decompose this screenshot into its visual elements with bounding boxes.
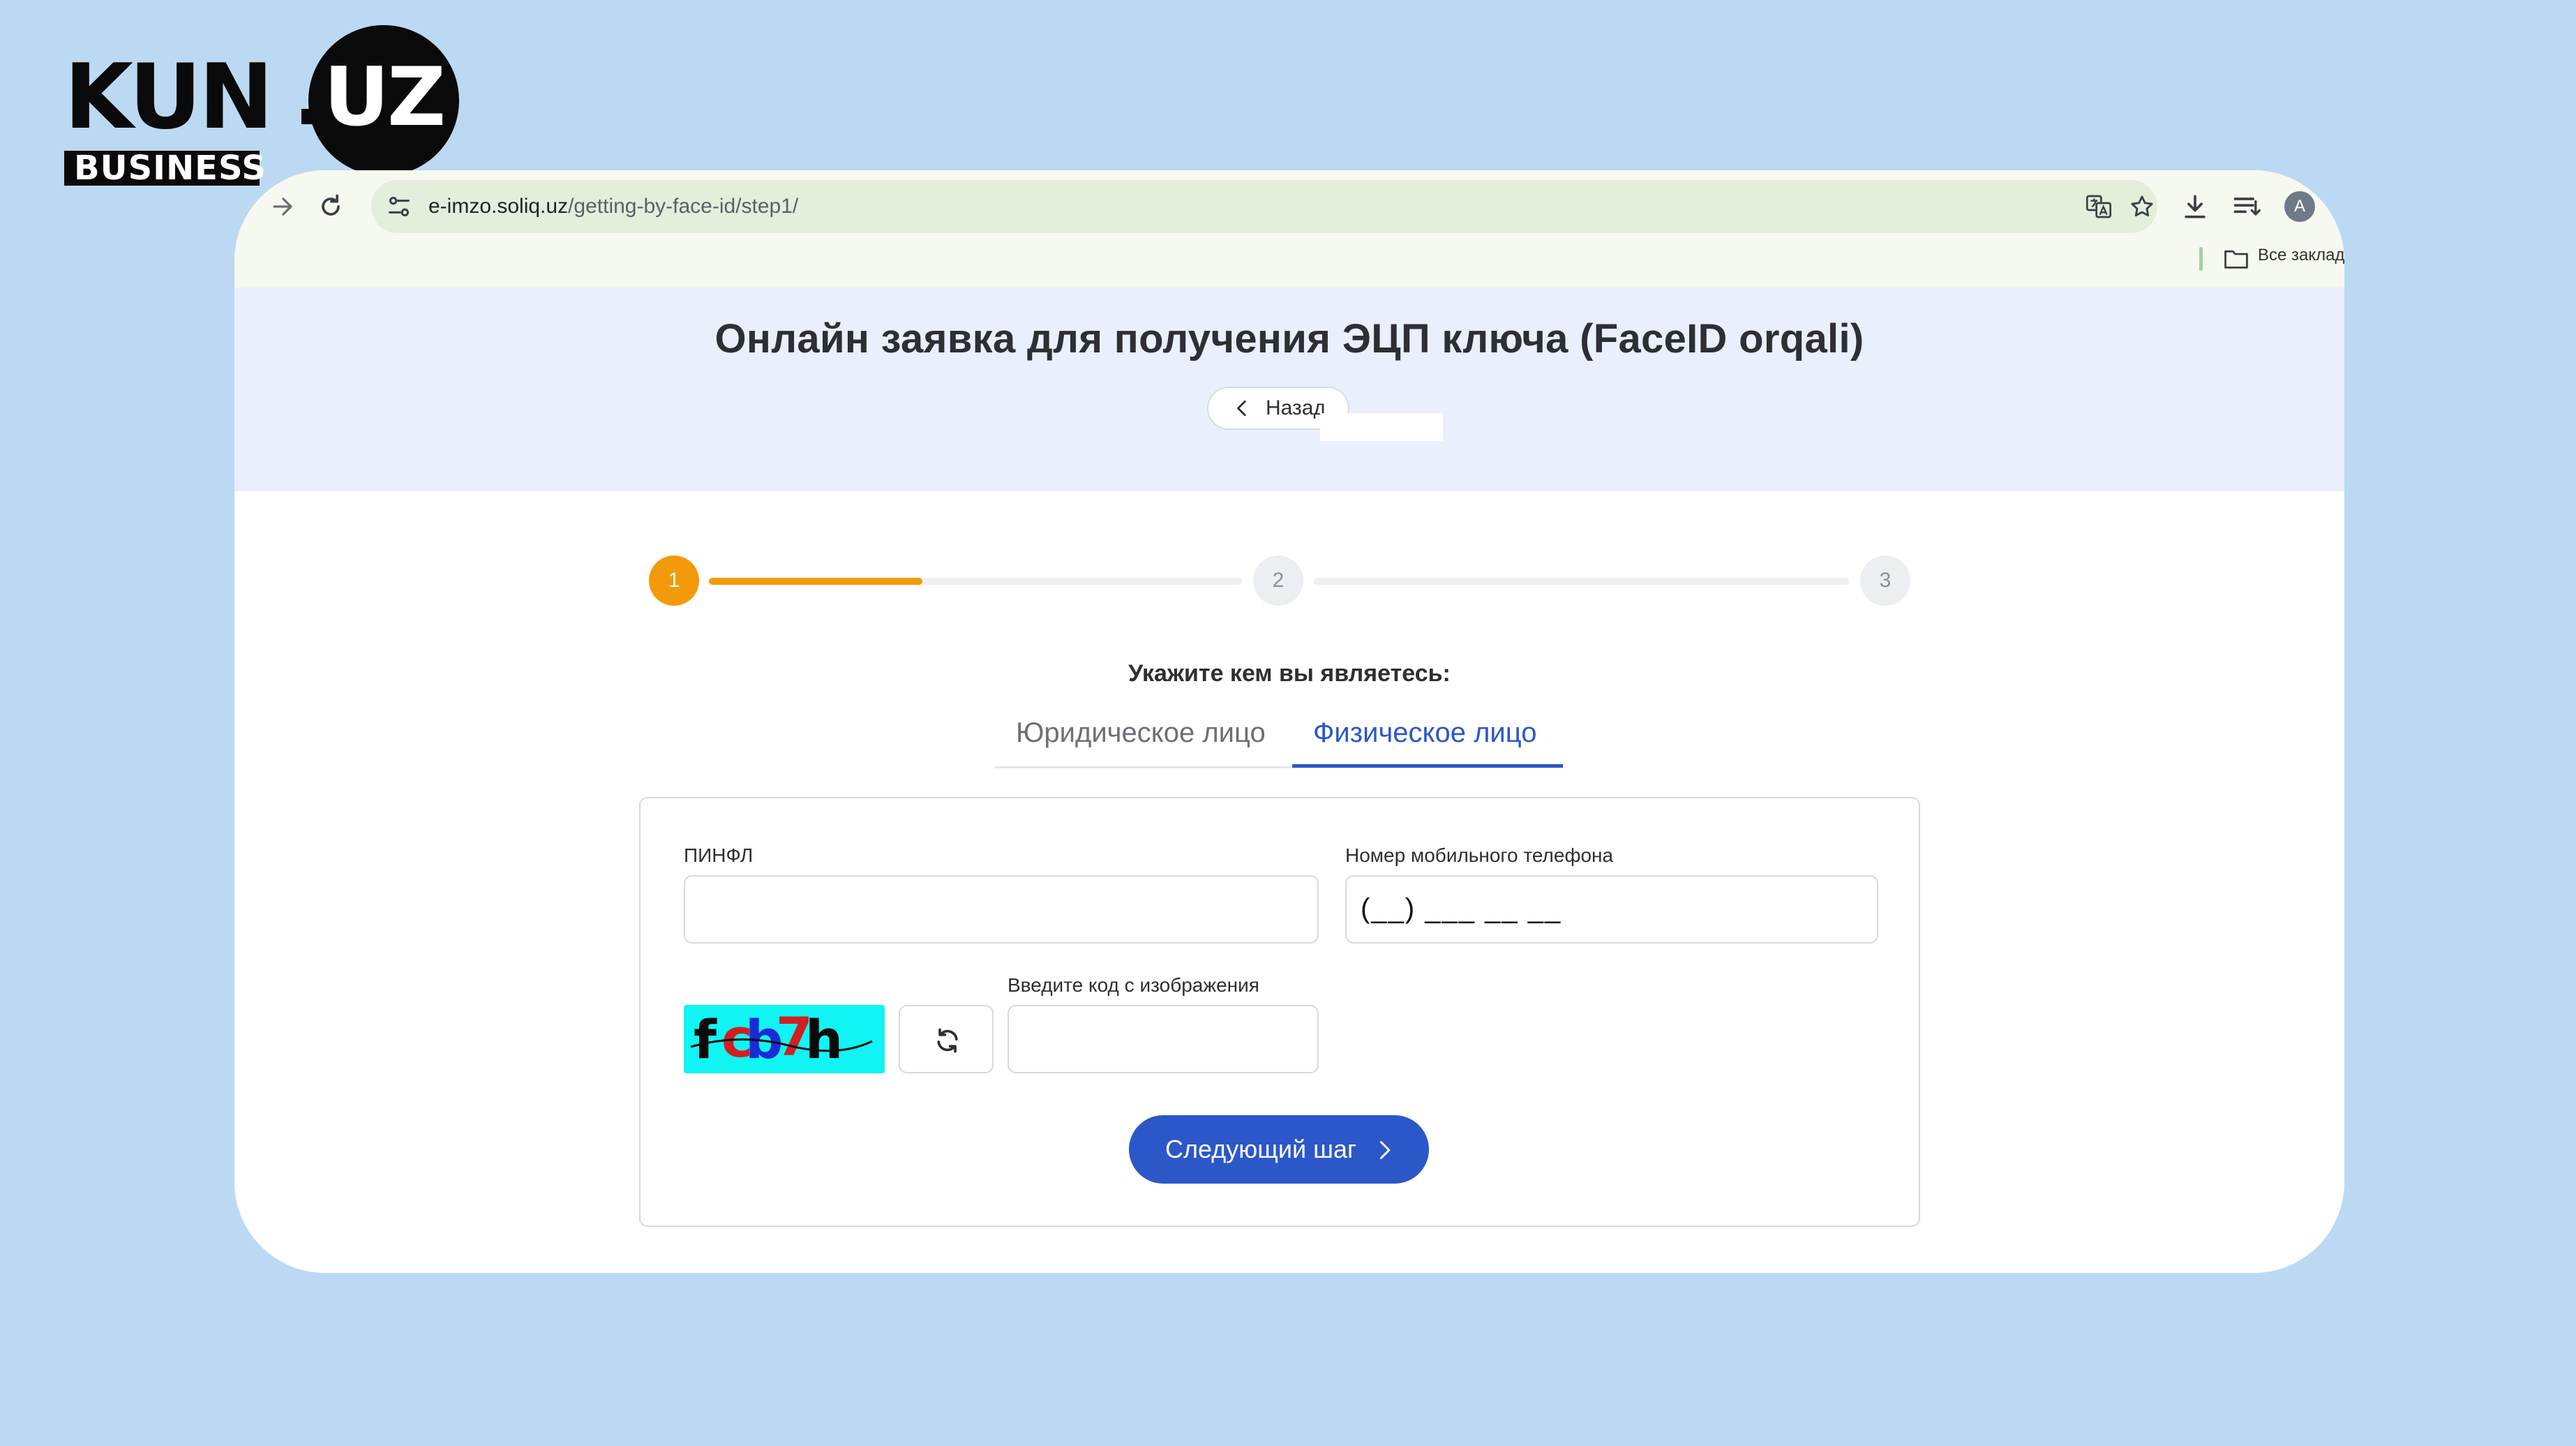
logo-business-text: BUSINESS — [64, 151, 266, 186]
url-domain: e-imzo.soliq.uz — [428, 195, 569, 218]
step-3-indicator: 3 — [1860, 556, 1910, 606]
phone-mask: (__) ___ __ __ — [1361, 893, 1562, 924]
reload-icon[interactable] — [315, 191, 346, 222]
chevron-right-icon — [1379, 1141, 1391, 1159]
captcha-refresh-button[interactable] — [899, 1005, 994, 1073]
phone-label: Номер мобильного телефона — [1345, 844, 1614, 866]
next-step-button[interactable]: Следующий шаг — [1129, 1115, 1429, 1184]
browser-toolbar: e-imzo.soliq.uz/getting-by-face-id/step1… — [234, 170, 2344, 288]
back-button-label: Назад — [1266, 396, 1326, 419]
chevron-left-icon — [1237, 400, 1246, 417]
site-settings-icon[interactable] — [385, 193, 413, 221]
captcha-input[interactable] — [1008, 1005, 1319, 1073]
step-2-track — [1313, 578, 1849, 585]
download-icon[interactable] — [2180, 191, 2210, 222]
captcha-image: f c b 7 h — [684, 1005, 885, 1073]
logo-uz-text: UZ — [323, 50, 446, 144]
star-icon[interactable] — [2128, 193, 2156, 221]
active-tab-underline — [1292, 764, 1563, 768]
captcha-char-h: h — [805, 1008, 843, 1071]
captcha-label: Введите код с изображения — [1008, 974, 1259, 996]
folder-icon[interactable] — [2223, 247, 2249, 271]
browser-window: e-imzo.soliq.uz/getting-by-face-id/step1… — [234, 170, 2344, 1273]
next-step-label: Следующий шаг — [1165, 1135, 1357, 1163]
step-1-track — [709, 578, 1242, 585]
logo-kun-text: KUN — [64, 45, 274, 149]
logo-uz-circle: UZ — [308, 25, 459, 176]
page-header: Онлайн заявка для получения ЭЦП ключа (F… — [234, 288, 2344, 491]
tab-individual[interactable]: Физическое лицо — [1313, 717, 1536, 749]
step-2-indicator: 2 — [1253, 556, 1303, 606]
url-text[interactable]: e-imzo.soliq.uz/getting-by-face-id/step1… — [428, 180, 798, 233]
bookmarks-separator — [2199, 247, 2203, 271]
tab-legal-entity[interactable]: Юридическое лицо — [1016, 717, 1266, 749]
profile-avatar[interactable]: A — [2284, 191, 2315, 222]
pinfl-label: ПИНФЛ — [684, 844, 754, 866]
forward-icon[interactable] — [268, 191, 299, 222]
page-title: Онлайн заявка для получения ЭЦП ключа (F… — [714, 316, 1864, 362]
url-path: /getting-by-face-id/step1/ — [568, 195, 799, 218]
redaction-patch — [1320, 413, 1443, 441]
entity-prompt: Укажите кем вы являетесь: — [1128, 660, 1451, 687]
kun-uz-business-logo: KUN UZ BUSINESS — [64, 25, 459, 186]
pinfl-input[interactable] — [684, 875, 1319, 944]
step-1-indicator: 1 — [649, 556, 699, 606]
all-bookmarks-label[interactable]: Все заклад — [2258, 246, 2344, 265]
translate-icon[interactable] — [2085, 193, 2113, 221]
captcha-char-f: f — [694, 1008, 717, 1071]
step-progress-fill — [709, 578, 922, 585]
address-bar[interactable]: e-imzo.soliq.uz/getting-by-face-id/step1… — [371, 180, 2157, 233]
reading-list-icon[interactable] — [2231, 191, 2262, 222]
refresh-icon — [937, 1028, 958, 1053]
